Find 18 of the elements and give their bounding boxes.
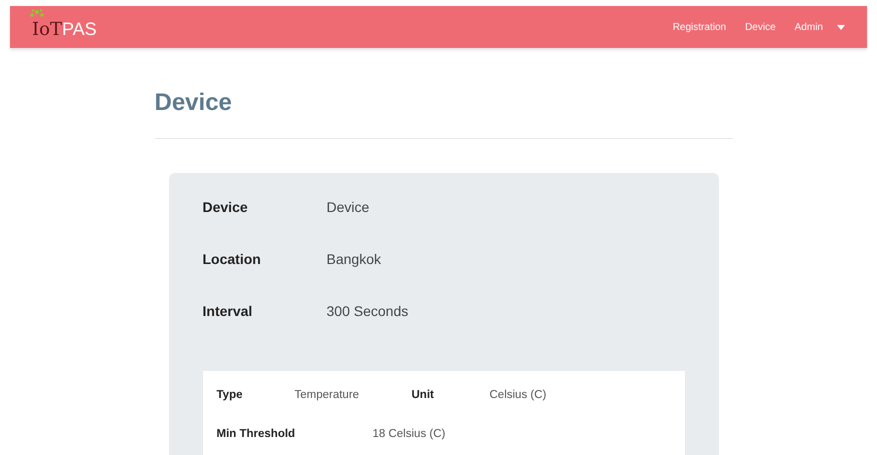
logo-text[interactable]: IoT [32,18,62,40]
field-label: Interval [202,303,254,319]
nav-link[interactable]: Registration [672,22,726,32]
page-title: Device [154,88,233,118]
field-value: Device [326,199,370,215]
field-label: Min Threshold [216,428,296,442]
field-value: Celsius (C) [490,389,548,403]
nav-link[interactable]: Admin [794,22,845,32]
field-value: 18 Celsius (C) [372,428,446,442]
field-value: 300 Seconds [326,303,408,319]
field-label: Device [202,199,249,215]
field-value: Bangkok [326,251,381,267]
field-value: Temperature [294,389,360,403]
field-label: Type [216,389,244,403]
field-label: Unit [412,389,435,403]
field-label: Location [202,251,262,267]
nav-link[interactable]: Device [745,22,776,32]
logo-text[interactable]: PAS [62,18,97,40]
